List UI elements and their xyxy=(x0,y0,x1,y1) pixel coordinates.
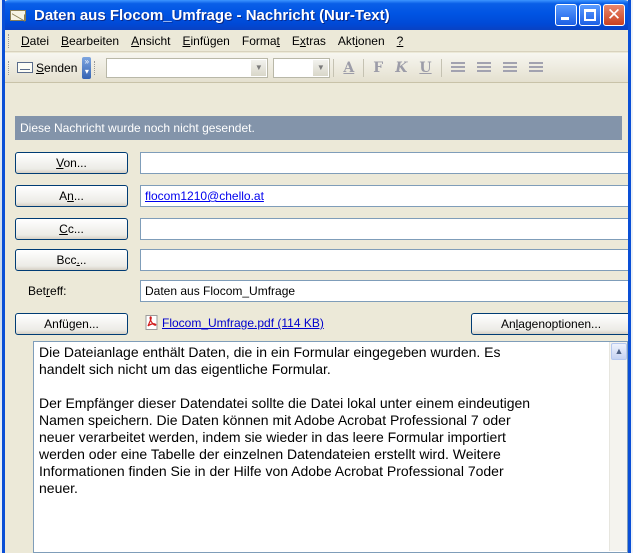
bcc-button[interactable]: Bcc... xyxy=(15,249,128,271)
attachment-link[interactable]: Flocom_Umfrage.pdf (114 KB) xyxy=(162,316,324,330)
indent-icon[interactable] xyxy=(528,61,543,74)
close-icon: ✕ xyxy=(606,5,622,25)
recipient-address[interactable]: flocom1210@chello.at xyxy=(145,189,264,203)
status-info-bar: Diese Nachricht wurde noch nicht gesende… xyxy=(15,116,622,140)
underline-button[interactable]: U xyxy=(413,60,437,76)
cc-button[interactable]: Cc... xyxy=(15,218,128,240)
pdf-file-icon xyxy=(145,315,158,330)
italic-button[interactable]: K xyxy=(389,60,413,76)
message-body[interactable]: Die Dateianlage enthält Daten, die in ei… xyxy=(33,341,628,553)
to-field[interactable]: flocom1210@chello.at xyxy=(140,185,628,207)
menu-extras[interactable]: Extras xyxy=(286,34,332,48)
toolbar-grip-icon[interactable] xyxy=(8,60,11,75)
minimize-button[interactable] xyxy=(555,4,577,26)
minimize-icon xyxy=(561,17,569,20)
format-toolbar-grip-icon[interactable] xyxy=(94,60,97,75)
send-envelope-icon xyxy=(17,62,33,73)
bold-button[interactable]: F xyxy=(367,60,389,76)
menu-aktionen[interactable]: Aktionen xyxy=(332,34,391,48)
toolbar: Senden » ▾ ▼ ▼ A F K U xyxy=(5,53,628,83)
vertical-scrollbar[interactable]: ▲ xyxy=(609,342,627,551)
scroll-up-icon[interactable]: ▲ xyxy=(611,343,627,360)
toolbar-separator xyxy=(363,58,365,77)
cc-field[interactable] xyxy=(140,218,628,240)
menu-einfuegen[interactable]: Einfügen xyxy=(176,34,235,48)
menu-grip-icon[interactable] xyxy=(8,33,11,48)
font-size-combobox[interactable]: ▼ xyxy=(273,57,331,78)
from-field[interactable] xyxy=(140,152,628,174)
menu-format[interactable]: Format xyxy=(236,34,286,48)
menu-bearbeiten[interactable]: Bearbeiten xyxy=(55,34,125,48)
bullet-list-icon[interactable] xyxy=(502,61,517,74)
menu-help[interactable]: ? xyxy=(391,34,410,48)
attachment-options-button[interactable]: Anlagenoptionen... xyxy=(471,313,628,335)
font-color-button[interactable]: A xyxy=(337,60,360,76)
maximize-button[interactable] xyxy=(579,4,601,26)
send-label: Senden xyxy=(36,60,78,75)
align-center-icon[interactable] xyxy=(476,61,491,74)
title-bar[interactable]: Daten aus Flocom_Umfrage - Nachricht (Nu… xyxy=(5,0,628,30)
toolbar-separator xyxy=(333,58,335,77)
font-name-combobox[interactable]: ▼ xyxy=(106,57,269,78)
subject-label: Betreff: xyxy=(28,284,67,298)
align-left-icon[interactable] xyxy=(450,61,465,74)
send-button[interactable]: Senden xyxy=(15,57,80,79)
bcc-field[interactable] xyxy=(140,249,628,271)
menu-datei[interactable]: Datei xyxy=(15,34,55,48)
close-button[interactable]: ✕ xyxy=(603,4,625,26)
attach-button[interactable]: Anfügen... xyxy=(15,313,128,335)
menu-bar: Datei Bearbeiten Ansicht Einfügen Format… xyxy=(5,30,628,52)
toolbar-options-chevron-icon[interactable]: » ▾ xyxy=(82,56,92,79)
subject-field[interactable]: Daten aus Flocom_Umfrage xyxy=(140,280,628,302)
to-button[interactable]: An... xyxy=(15,185,128,207)
chevron-down-icon[interactable]: ▼ xyxy=(313,59,329,76)
toolbar-separator xyxy=(440,58,442,77)
envelope-icon xyxy=(10,8,28,22)
window-controls: ✕ xyxy=(555,4,625,26)
maximize-icon xyxy=(584,9,596,21)
attachment-field: Flocom_Umfrage.pdf (114 KB) xyxy=(140,313,460,335)
from-button[interactable]: Von... xyxy=(15,152,128,174)
message-window: Daten aus Flocom_Umfrage - Nachricht (Nu… xyxy=(2,0,631,553)
message-text[interactable]: Die Dateianlage enthält Daten, die in ei… xyxy=(39,344,604,497)
chevron-down-icon[interactable]: ▼ xyxy=(251,59,267,76)
window-title: Daten aus Flocom_Umfrage - Nachricht (Nu… xyxy=(34,6,390,24)
menu-ansicht[interactable]: Ansicht xyxy=(125,34,176,48)
